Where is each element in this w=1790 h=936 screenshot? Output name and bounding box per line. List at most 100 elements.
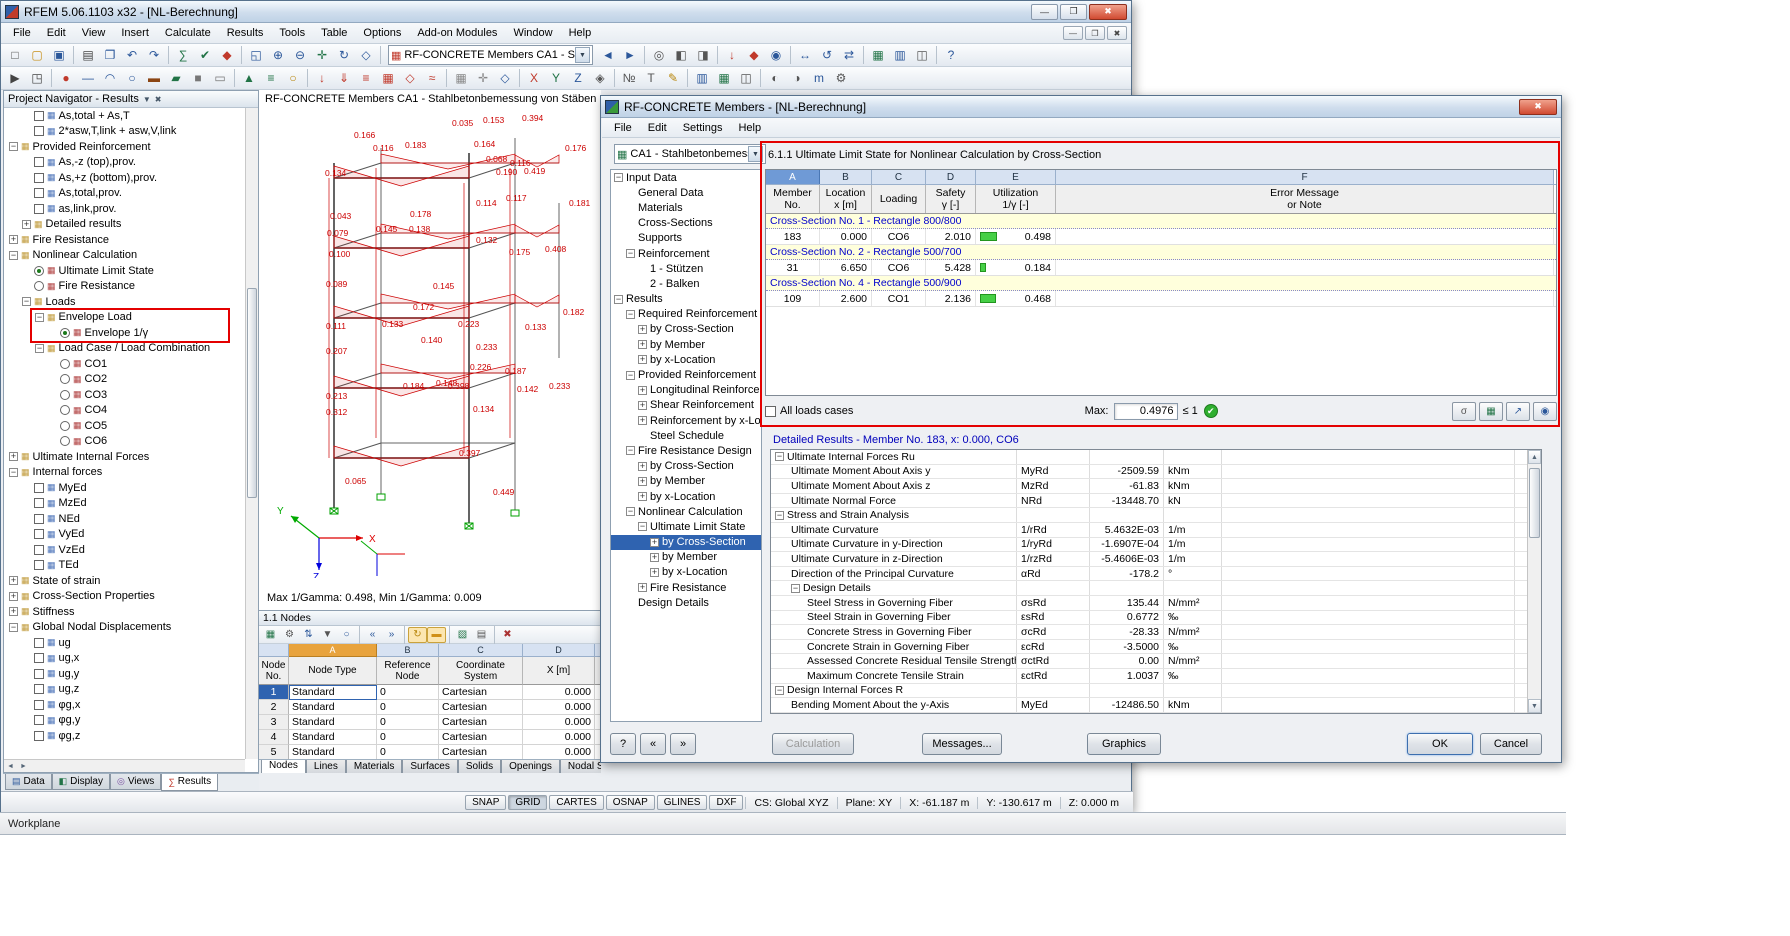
- mirror-object-icon[interactable]: ⇄: [838, 45, 860, 65]
- dialog-tree-item-by-cross-section[interactable]: +by Cross-Section: [611, 322, 761, 337]
- checkbox-icon[interactable]: [34, 514, 44, 524]
- column-letter-C[interactable]: C: [439, 644, 523, 657]
- next-window-button[interactable]: »: [670, 733, 696, 755]
- dialog-tree-item-required-reinforcement[interactable]: −Required Reinforcement: [611, 307, 761, 322]
- table-view-icon[interactable]: ▦: [261, 627, 280, 643]
- column-letter-D[interactable]: D: [523, 644, 595, 657]
- menu-tools[interactable]: Tools: [271, 24, 313, 42]
- node-icon[interactable]: ●: [55, 68, 77, 88]
- row-number-cell[interactable]: 5: [259, 745, 289, 759]
- menu-table[interactable]: Table: [313, 24, 355, 42]
- expand-icon[interactable]: +: [22, 220, 31, 229]
- table-settings-icon[interactable]: ⚙: [280, 627, 299, 643]
- dialog-tree-item-design-details[interactable]: Design Details: [611, 595, 761, 610]
- view-y-icon[interactable]: Y: [545, 68, 567, 88]
- checkbox-icon[interactable]: [34, 498, 44, 508]
- menu-file[interactable]: File: [5, 24, 39, 42]
- mdi-close-button[interactable]: ✖: [1107, 26, 1127, 40]
- print-icon[interactable]: ▤: [77, 45, 99, 65]
- node-cell[interactable]: 0: [377, 685, 439, 700]
- navigator-tab-data[interactable]: ▤Data: [5, 774, 52, 790]
- previous-window-button[interactable]: «: [640, 733, 666, 755]
- nodes-table[interactable]: ABCDENodeNo.Node TypeReferenceNodeCoordi…: [259, 644, 601, 759]
- collapse-icon[interactable]: −: [791, 584, 800, 593]
- minimize-button[interactable]: —: [1031, 4, 1058, 20]
- filter-icon[interactable]: ▼: [318, 627, 337, 643]
- dialog-tree-item-1-st-tzen[interactable]: 1 - Stützen: [611, 261, 761, 276]
- toggle-grid[interactable]: GRID: [508, 795, 547, 810]
- collapse-icon[interactable]: −: [638, 522, 647, 531]
- structure-model[interactable]: X Y Z: [259, 108, 601, 578]
- scrollbar-thumb[interactable]: [247, 288, 257, 498]
- calculation-button[interactable]: Calculation: [772, 733, 854, 755]
- nav-tree-item-co4[interactable]: ▦CO4: [4, 403, 245, 419]
- navigator2-icon[interactable]: ▥: [691, 68, 713, 88]
- main-titlebar[interactable]: RFEM 5.06.1103 x32 - [NL-Berechnung] —❐✖: [1, 1, 1131, 23]
- column-letter-E[interactable]: E: [976, 170, 1056, 184]
- column-letter-B[interactable]: B: [820, 170, 872, 184]
- dialog-menu-file[interactable]: File: [606, 119, 640, 137]
- sort-icon[interactable]: ⇅: [299, 627, 318, 643]
- dialog-tree-item-fire-resistance[interactable]: +Fire Resistance: [611, 580, 761, 595]
- checkbox-icon[interactable]: [34, 204, 44, 214]
- collapse-icon[interactable]: −: [614, 295, 623, 304]
- radio-icon[interactable]: [34, 281, 44, 291]
- workplane-icon[interactable]: ◇: [494, 68, 516, 88]
- show-values-icon[interactable]: ◉: [765, 45, 787, 65]
- expand-icon[interactable]: +: [9, 592, 18, 601]
- table-tab-openings[interactable]: Openings: [501, 759, 560, 773]
- menu-calculate[interactable]: Calculate: [157, 24, 219, 42]
- menu-view[interactable]: View: [74, 24, 114, 42]
- nav-tree-item-ug[interactable]: ▦ug: [4, 635, 245, 651]
- free-load-icon[interactable]: ◇: [399, 68, 421, 88]
- collapse-icon[interactable]: −: [775, 686, 784, 695]
- expand-icon[interactable]: +: [638, 492, 647, 501]
- surface-icon[interactable]: ▰: [165, 68, 187, 88]
- back-icon[interactable]: ◄: [597, 45, 619, 65]
- clipping-plane-icon[interactable]: ◧: [670, 45, 692, 65]
- expand-icon[interactable]: +: [638, 462, 647, 471]
- nav-tree-item-as-z-top-prov[interactable]: ▦As,-z (top),prov.: [4, 155, 245, 171]
- node-cell[interactable]: Standard: [289, 715, 377, 730]
- collapse-icon[interactable]: −: [9, 251, 18, 260]
- toggle-snap[interactable]: SNAP: [465, 795, 506, 810]
- dialog-tree-item-by-member[interactable]: +by Member: [611, 337, 761, 352]
- dialog-tree-item-reinforcement[interactable]: −Reinforcement: [611, 246, 761, 261]
- result-row-member-183[interactable]: 1830.000CO62.0100.498: [766, 229, 1556, 245]
- text-icon[interactable]: T: [640, 68, 662, 88]
- view-mode-button[interactable]: ◉: [1533, 402, 1557, 421]
- dialog-tree-item-reinforcement-by-x-locatio[interactable]: +Reinforcement by x-Locatio: [611, 413, 761, 428]
- circle-icon[interactable]: ○: [121, 68, 143, 88]
- dialog-tree-item-steel-schedule[interactable]: Steel Schedule: [611, 428, 761, 443]
- dialog-titlebar[interactable]: RF-CONCRETE Members - [NL-Berechnung] ✖: [601, 96, 1561, 118]
- nav-tree-item-g-x[interactable]: ▦φg,x: [4, 697, 245, 713]
- arc-icon[interactable]: ◠: [99, 68, 121, 88]
- navigator-horizontal-scrollbar[interactable]: ◄►: [4, 759, 245, 772]
- column-letter-D[interactable]: D: [926, 170, 976, 184]
- checkbox-icon[interactable]: [34, 188, 44, 198]
- table-tab-nodes[interactable]: Nodes: [261, 759, 306, 773]
- dialog-menu-edit[interactable]: Edit: [640, 119, 675, 137]
- checkbox-icon[interactable]: [34, 669, 44, 679]
- result-row-member-109[interactable]: 1092.600CO12.1360.468: [766, 291, 1556, 307]
- nav-tree-item-stiffness[interactable]: +▦Stiffness: [4, 604, 245, 620]
- dialog-tree-item-materials[interactable]: Materials: [611, 200, 761, 215]
- visibility-icon[interactable]: ◎: [648, 45, 670, 65]
- dialog-close-button[interactable]: ✖: [1519, 99, 1557, 115]
- node-cell[interactable]: 0: [377, 745, 439, 759]
- close-button[interactable]: ✖: [1089, 4, 1127, 20]
- expand-icon[interactable]: +: [638, 583, 647, 592]
- checkbox-icon[interactable]: [34, 545, 44, 555]
- expand-icon[interactable]: +: [9, 607, 18, 616]
- toggle-cartes[interactable]: CARTES: [549, 795, 603, 810]
- nav-tree-item-as-z-bottom-prov[interactable]: ▦As,+z (bottom),prov.: [4, 170, 245, 186]
- radio-icon[interactable]: [60, 436, 70, 446]
- close-table-icon[interactable]: ✖: [498, 627, 517, 643]
- nav-tree-item-state-of-strain[interactable]: +▦State of strain: [4, 573, 245, 589]
- expand-icon[interactable]: +: [9, 576, 18, 585]
- details-vertical-scrollbar[interactable]: ▲ ▼: [1527, 450, 1541, 713]
- collapse-icon[interactable]: −: [626, 371, 635, 380]
- undo-icon[interactable]: ↶: [121, 45, 143, 65]
- nav-tree-item-mzed[interactable]: ▦MzEd: [4, 496, 245, 512]
- nav-tree-item-vyed[interactable]: ▦VyEd: [4, 527, 245, 543]
